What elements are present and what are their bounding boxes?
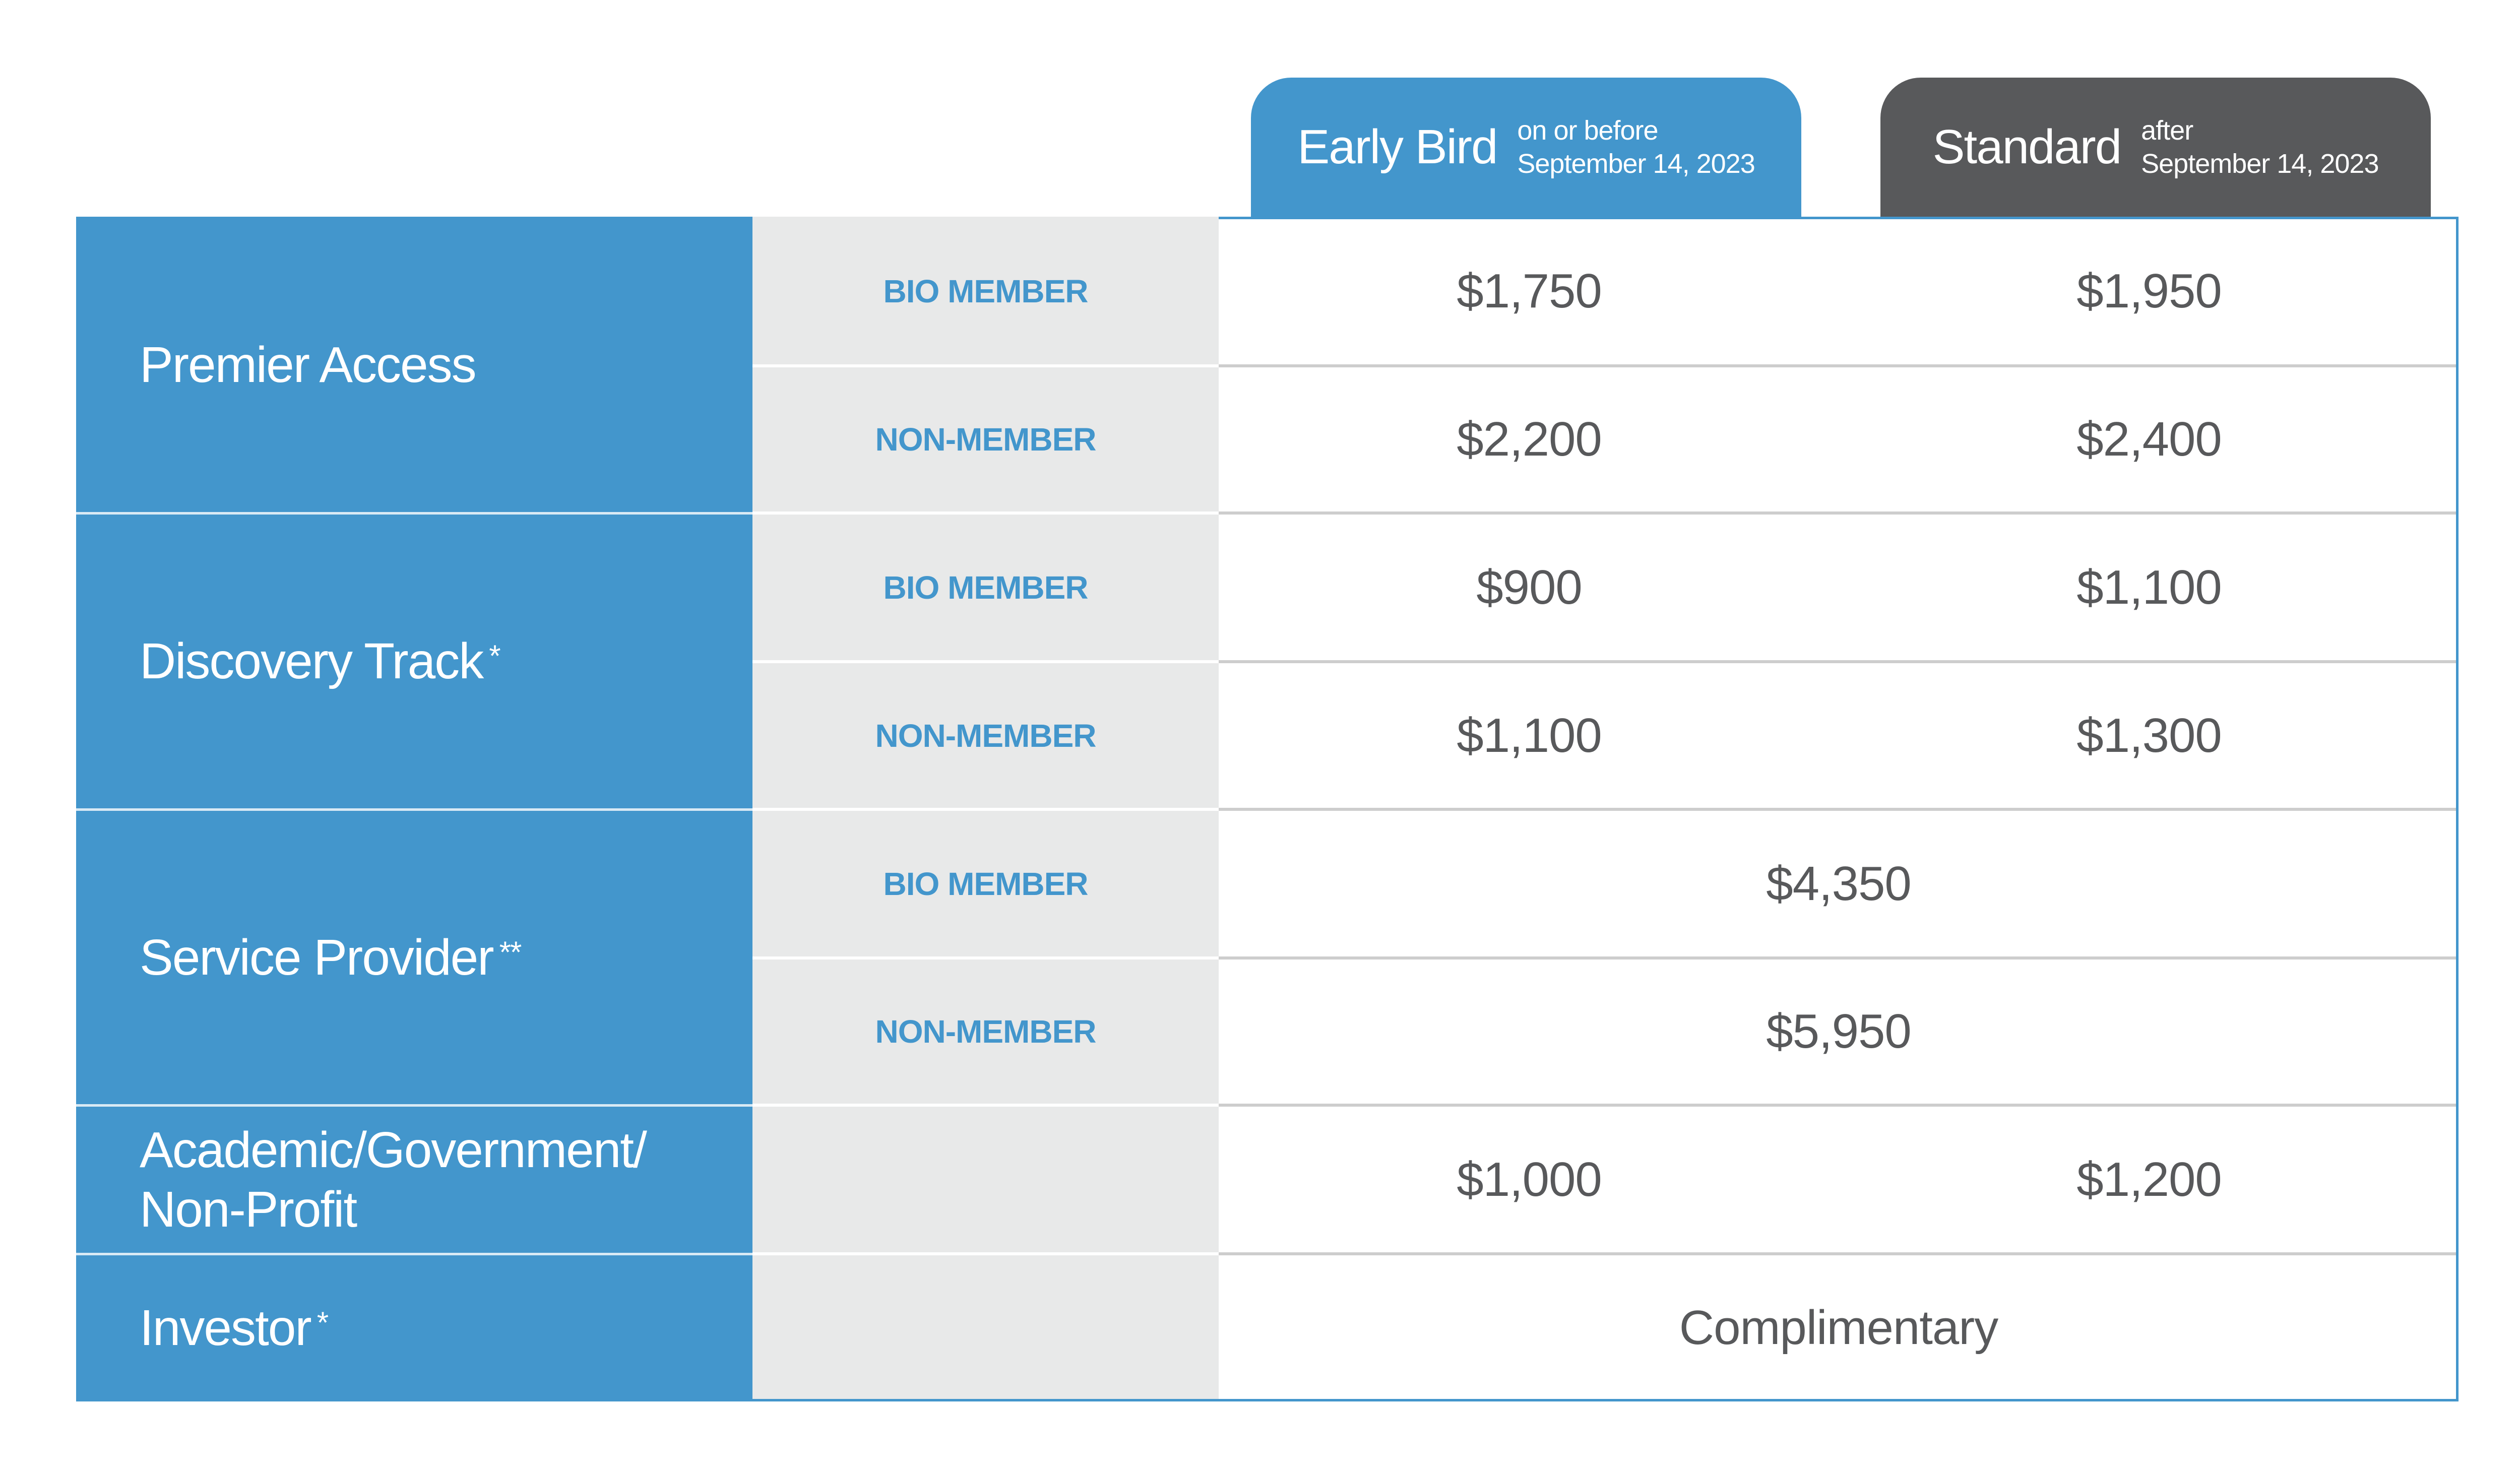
category-label: Discovery Track: [140, 633, 484, 689]
category-divider: [76, 1104, 752, 1107]
price-complimentary: Complimentary: [1679, 1300, 1999, 1355]
category-label: Academic/Government/Non-Profit: [140, 1120, 647, 1239]
row-divider: [752, 1104, 1219, 1107]
category-label-line1: Academic/Government/: [140, 1121, 647, 1178]
category-label: Investor: [140, 1299, 312, 1356]
category-premier-access: Premier Access: [76, 217, 752, 513]
price-early-bird: $1,750: [1457, 264, 1602, 318]
member-type-cell: NON-MEMBER: [752, 366, 1219, 513]
price-early-bird: $1,000: [1457, 1152, 1602, 1206]
price-early-bird: $2,200: [1457, 412, 1602, 466]
category-label: Premier Access: [140, 337, 477, 393]
category-discovery-track: Discovery Track *: [76, 513, 752, 809]
member-type-cell: NON-MEMBER: [752, 662, 1219, 809]
row-divider: [752, 1252, 1219, 1255]
category-label-line2: Non-Profit: [140, 1181, 357, 1238]
price-early-bird: $1,100: [1457, 708, 1602, 762]
member-type-cell: BIO MEMBER: [752, 217, 1219, 366]
category-divider: [76, 512, 752, 515]
early-bird-subtitle: on or before September 14, 2023: [1517, 114, 1755, 180]
member-type-cell: [752, 1105, 1219, 1254]
category-service-provider: Service Provider **: [76, 809, 752, 1105]
row-divider: [752, 808, 1219, 811]
early-bird-header-tab: Early Bird on or before September 14, 20…: [1251, 78, 1801, 217]
category-academic: Academic/Government/Non-Profit: [76, 1105, 752, 1254]
footnote-mark: *: [317, 1305, 329, 1339]
price-standard: $2,400: [2076, 412, 2222, 466]
standard-title: Standard: [1932, 120, 2122, 174]
price-standard: $1,200: [2076, 1152, 2222, 1206]
price-flat: $4,350: [1766, 856, 1912, 911]
price-early-bird: $900: [1476, 560, 1583, 614]
early-bird-subtitle-line1: on or before: [1517, 115, 1658, 146]
early-bird-title: Early Bird: [1297, 120, 1498, 174]
standard-subtitle: after September 14, 2023: [2141, 114, 2379, 180]
category-divider: [76, 1253, 752, 1255]
early-bird-subtitle-line2: September 14, 2023: [1517, 149, 1755, 179]
standard-subtitle-line2: September 14, 2023: [2141, 149, 2379, 179]
price-standard: $1,950: [2076, 264, 2222, 318]
footnote-mark: **: [499, 935, 522, 969]
row-divider: [752, 512, 1219, 515]
category-investor: Investor *: [76, 1254, 752, 1401]
member-type-cell: NON-MEMBER: [752, 958, 1219, 1105]
row-divider: [752, 660, 1219, 663]
member-type-cell: BIO MEMBER: [752, 809, 1219, 958]
category-divider: [76, 808, 752, 811]
standard-header-tab: Standard after September 14, 2023: [1880, 78, 2431, 217]
price-standard: $1,300: [2076, 708, 2222, 762]
footnote-mark: *: [489, 639, 500, 673]
member-type-cell: BIO MEMBER: [752, 513, 1219, 662]
row-divider: [752, 364, 1219, 367]
standard-subtitle-line1: after: [2141, 115, 2193, 146]
row-divider: [752, 956, 1219, 960]
price-flat: $5,950: [1766, 1004, 1912, 1058]
member-type-cell: [752, 1254, 1219, 1399]
price-standard: $1,100: [2076, 560, 2222, 614]
category-label: Service Provider: [140, 929, 494, 986]
